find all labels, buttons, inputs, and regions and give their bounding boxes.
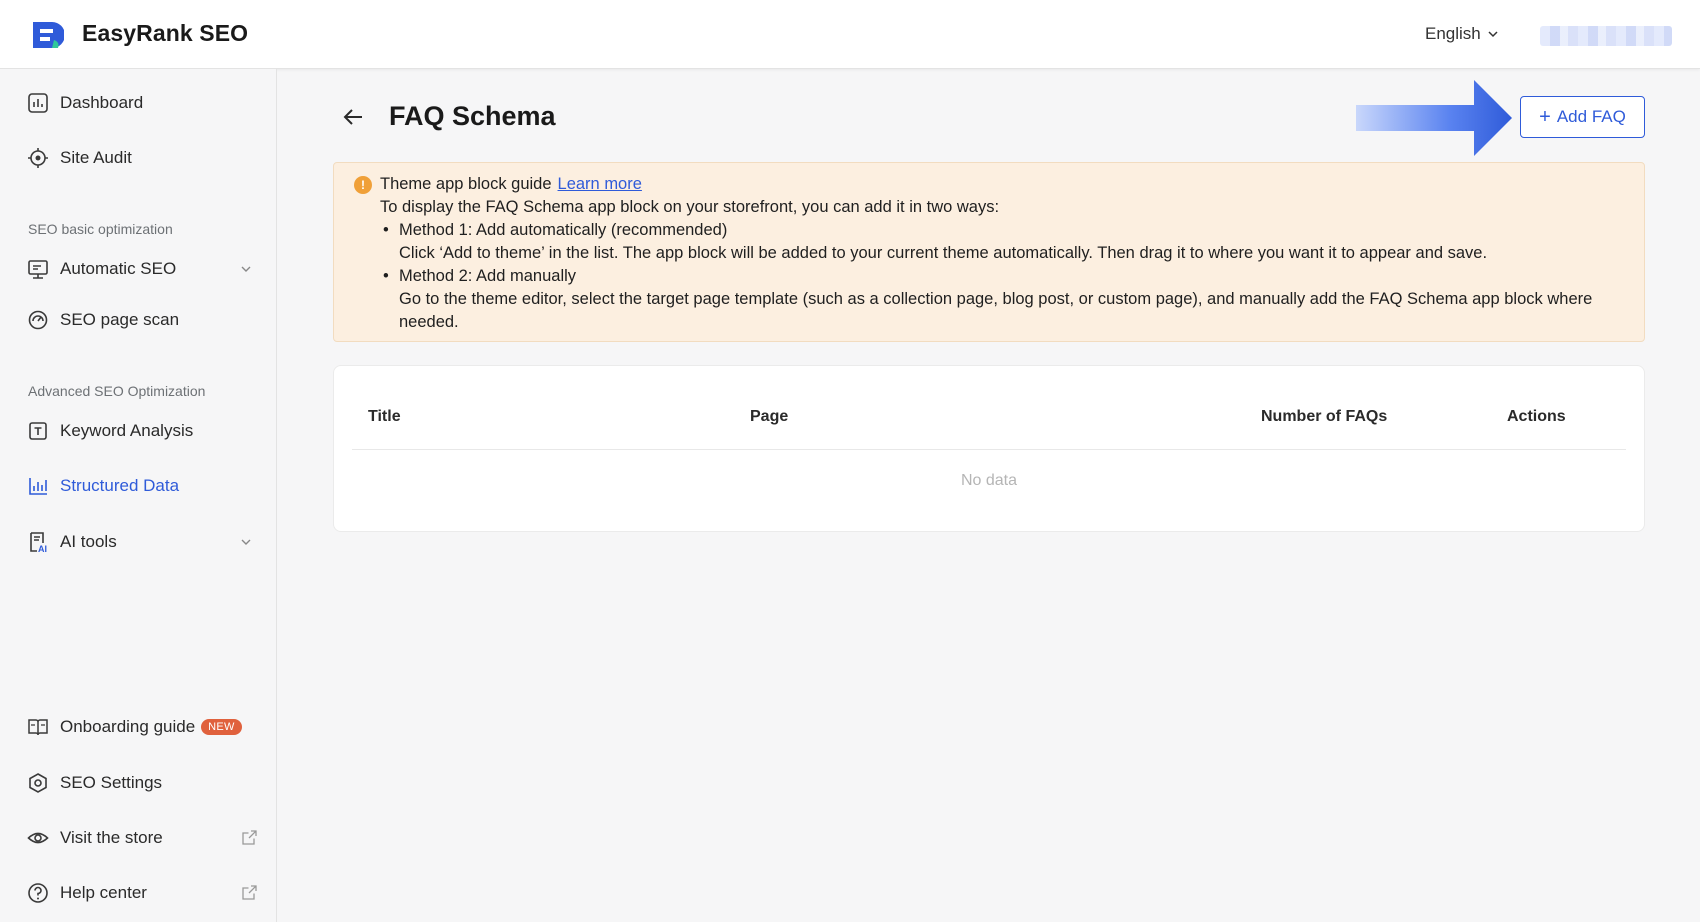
chart-icon xyxy=(26,474,50,498)
column-header-page: Page xyxy=(750,408,789,425)
external-link-icon xyxy=(242,885,257,900)
sidebar-item-site-audit[interactable]: Site Audit xyxy=(26,140,262,176)
keyword-icon xyxy=(26,419,50,443)
sidebar-item-dashboard[interactable]: Dashboard xyxy=(26,85,262,121)
scan-icon xyxy=(26,308,50,332)
sidebar-item-automatic-seo[interactable]: Automatic SEO xyxy=(26,251,262,287)
sidebar-item-label: SEO Settings xyxy=(60,773,163,792)
sidebar-item-label: Dashboard xyxy=(60,93,144,112)
back-arrow-icon[interactable] xyxy=(340,104,366,130)
target-icon xyxy=(26,146,50,170)
section-label-advanced: Advanced SEO Optimization xyxy=(28,383,206,399)
book-icon xyxy=(26,715,50,739)
ai-doc-icon: AI xyxy=(26,530,50,554)
account-menu[interactable] xyxy=(1540,26,1672,46)
theme-app-block-guide: ! Theme app block guide Learn more To dis… xyxy=(333,162,1645,342)
column-header-actions: Actions xyxy=(1507,408,1566,425)
chevron-down-icon xyxy=(241,539,251,545)
monitor-icon xyxy=(26,257,50,281)
method-1-title: Method 1: Add automatically (recommended… xyxy=(380,219,1630,242)
method-1-text: Click ‘Add to theme’ in the list. The ap… xyxy=(399,244,1488,262)
sidebar-item-label: Automatic SEO xyxy=(60,259,177,278)
sidebar-item-label: Site Audit xyxy=(60,148,132,167)
faq-table: Title Page Number of FAQs Actions No dat… xyxy=(333,365,1645,532)
guide-intro: To display the FAQ Schema app block on y… xyxy=(380,198,1000,216)
empty-state: No data xyxy=(960,472,1018,489)
sidebar-item-structured-data[interactable]: Structured Data xyxy=(26,468,262,504)
method-2-text: Go to the theme editor, select the targe… xyxy=(399,290,1593,331)
sidebar-item-label: Keyword Analysis xyxy=(60,421,194,440)
sidebar-item-visit-store[interactable]: Visit the store xyxy=(26,820,262,856)
easyrank-logo-icon xyxy=(33,22,64,48)
column-header-number-of-faqs: Number of FAQs xyxy=(1261,408,1388,425)
sidebar-item-label: Onboarding guide xyxy=(60,717,196,736)
chevron-down-icon xyxy=(1488,31,1498,38)
method-2-title: Method 2: Add manually xyxy=(380,265,1630,288)
sidebar-item-label: SEO page scan xyxy=(60,310,180,329)
language-label: English xyxy=(1425,24,1481,43)
add-faq-button[interactable]: + Add FAQ xyxy=(1520,96,1645,138)
add-faq-label: Add FAQ xyxy=(1556,107,1626,126)
eye-icon xyxy=(26,826,50,850)
sidebar-item-label: Visit the store xyxy=(60,828,163,847)
learn-more-link[interactable]: Learn more xyxy=(558,175,642,193)
sidebar-item-onboarding-guide[interactable]: Onboarding guide NEW xyxy=(26,709,262,745)
sidebar-item-seo-page-scan[interactable]: SEO page scan xyxy=(26,302,262,338)
chevron-down-icon xyxy=(241,266,251,272)
guide-body: Theme app block guide Learn more To displ… xyxy=(380,173,1630,334)
dashboard-icon xyxy=(26,91,50,115)
sidebar-item-label: Structured Data xyxy=(60,476,180,495)
sidebar-item-keyword-analysis[interactable]: Keyword Analysis xyxy=(26,413,262,449)
highlight-arrow-icon xyxy=(1356,80,1512,156)
table-divider xyxy=(352,449,1626,450)
top-bar: EasyRank SEO English xyxy=(0,0,1700,69)
column-header-title: Title xyxy=(368,408,401,425)
sidebar: Dashboard Site Audit SEO basic optimizat… xyxy=(0,69,277,922)
help-icon xyxy=(26,881,50,905)
new-badge: NEW xyxy=(201,719,242,735)
svg-text:AI: AI xyxy=(38,544,47,553)
settings-hex-icon xyxy=(26,771,50,795)
sidebar-item-seo-settings[interactable]: SEO Settings xyxy=(26,765,262,801)
external-link-icon xyxy=(242,830,257,845)
brand-name: EasyRank SEO xyxy=(82,20,249,46)
sidebar-item-label: AI tools xyxy=(60,532,117,551)
warning-icon: ! xyxy=(354,176,372,194)
page-title: FAQ Schema xyxy=(389,101,556,131)
sidebar-item-label: Help center xyxy=(60,883,147,902)
guide-title: Theme app block guide xyxy=(380,175,552,193)
sidebar-item-ai-tools[interactable]: AI AI tools xyxy=(26,524,262,560)
section-label-basic: SEO basic optimization xyxy=(28,221,173,237)
language-selector[interactable]: English xyxy=(1425,24,1499,44)
sidebar-item-help-center[interactable]: Help center xyxy=(26,875,262,911)
plus-icon: + xyxy=(1539,106,1551,128)
